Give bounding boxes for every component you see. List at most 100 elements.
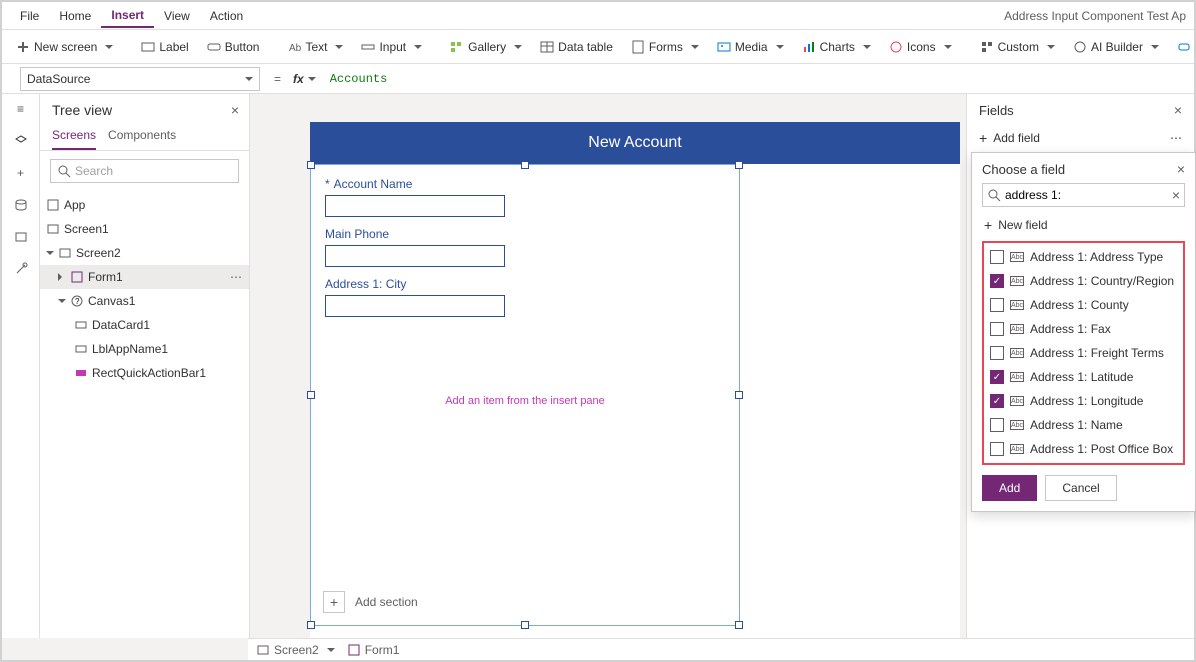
fx-button[interactable]: fx [287,72,322,86]
app-icon [46,198,60,212]
tree-node-form1[interactable]: Form1⋯ [40,265,249,289]
label-button[interactable]: Label [135,36,194,58]
input-account-name[interactable] [325,195,505,217]
field-row[interactable]: AbcAddress 1: County [984,293,1183,317]
field-type-icon: Abc [1010,372,1024,382]
input-button[interactable]: Input [355,36,428,58]
field-row[interactable]: AbcAddress 1: Fax [984,317,1183,341]
label-icon [74,342,88,356]
field-main-phone: Main Phone [325,227,515,267]
menu-action[interactable]: Action [200,5,253,27]
menu-home[interactable]: Home [49,5,101,27]
charts-button[interactable]: Charts [796,36,877,58]
button-button[interactable]: Button [201,36,266,58]
tree-search[interactable]: Search [50,159,239,183]
tree-node-rectquickactionbar1[interactable]: RectQuickActionBar1 [40,361,249,385]
input-main-phone[interactable] [325,245,505,267]
new-screen-button[interactable]: New screen [10,36,119,58]
node-more-icon[interactable]: ⋯ [230,270,243,284]
field-row[interactable]: ✓AbcAddress 1: Longitude [984,389,1183,413]
clear-search-icon[interactable]: × [1172,187,1180,203]
icons-icon [889,40,903,54]
field-type-icon: Abc [1010,348,1024,358]
tree-node-app[interactable]: App [40,193,249,217]
rail-tools-icon[interactable] [12,260,30,278]
screen-icon [46,222,60,236]
form1-outline[interactable]: *Account Name Main Phone Address 1: City [310,164,740,626]
field-list: AbcAddress 1: Address Type✓AbcAddress 1:… [982,241,1185,465]
property-selector[interactable]: DataSource [20,67,260,91]
rail-layers-icon[interactable] [12,132,30,150]
tab-components[interactable]: Components [108,122,176,150]
input-icon [361,40,375,54]
data-table-button[interactable]: Data table [534,36,619,58]
popup-close-icon[interactable]: × [1177,161,1185,177]
field-label: Address 1: Freight Terms [1030,346,1164,360]
checkbox[interactable]: ✓ [990,274,1004,288]
canvas[interactable]: New Account *Account Name Main Phone [310,122,960,638]
label-icon [141,40,155,54]
cancel-button[interactable]: Cancel [1045,475,1116,501]
formula-input[interactable]: Accounts [322,72,1194,86]
rail-hamburger-icon[interactable]: ≡ [12,100,30,118]
gallery-button[interactable]: Gallery [444,36,528,58]
media-icon [717,40,731,54]
checkbox[interactable] [990,250,1004,264]
screen-icon [58,246,72,260]
field-row[interactable]: Abc Address 1: Freight Terms [984,341,1183,365]
field-row[interactable]: AbcAddress 1: Post Office Box [984,437,1183,461]
tree-node-canvas1[interactable]: ?Canvas1 [40,289,249,313]
crumb-form1[interactable]: Form1 [347,643,400,657]
tree-node-screen1[interactable]: Screen1 [40,217,249,241]
media-button[interactable]: Media [711,36,790,58]
svg-text:Ab: Ab [289,43,301,54]
field-search-input[interactable] [1005,188,1168,202]
fields-close-icon[interactable]: × [1174,102,1182,118]
tree-view-panel: Tree view × Screens Components Search App… [40,94,250,638]
checkbox[interactable] [990,346,1004,360]
rail-plus-icon[interactable]: + [12,164,30,182]
checkbox[interactable] [990,298,1004,312]
menu-file[interactable]: File [10,5,49,27]
menu-insert[interactable]: Insert [101,4,154,28]
field-row[interactable]: ✓AbcAddress 1: Country/Region [984,269,1183,293]
rail-media-icon[interactable] [12,228,30,246]
fields-title: Fields [979,103,1014,118]
icons-button[interactable]: Icons [883,36,958,58]
field-search[interactable]: × [982,183,1185,207]
add-section-button[interactable]: + Add section [323,591,418,613]
field-row[interactable]: AbcAddress 1: Name [984,413,1183,437]
add-button[interactable]: Add [982,475,1037,501]
field-type-icon: Abc [1010,396,1024,406]
tree-node-screen2[interactable]: Screen2 [40,241,249,265]
tree-node-lblappname1[interactable]: LblAppName1 [40,337,249,361]
checkbox[interactable] [990,322,1004,336]
crumb-screen2[interactable]: Screen2 [256,643,335,657]
left-rail: ≡ + [2,94,40,638]
new-field-button[interactable]: +New field [982,213,1185,237]
tree-title: Tree view [52,102,112,118]
fields-more-icon[interactable]: ⋯ [1170,131,1182,145]
text-button[interactable]: AbText [281,36,349,58]
field-row[interactable]: ✓AbcAddress 1: Latitude [984,365,1183,389]
custom-button[interactable]: Custom [974,36,1061,58]
ai-builder-button[interactable]: AI Builder [1067,36,1165,58]
checkbox[interactable]: ✓ [990,370,1004,384]
checkbox[interactable]: ✓ [990,394,1004,408]
forms-button[interactable]: Forms [625,36,705,58]
checkbox[interactable] [990,418,1004,432]
tree-close-icon[interactable]: × [231,102,239,118]
rail-data-icon[interactable] [12,196,30,214]
form-icon [347,643,361,657]
tab-screens[interactable]: Screens [52,122,96,150]
menu-view[interactable]: View [154,5,200,27]
checkbox[interactable] [990,442,1004,456]
form-header: New Account [310,122,960,164]
rect-icon [74,366,88,380]
tree-node-datacard1[interactable]: DataCard1 [40,313,249,337]
add-field-button[interactable]: +Add field⋯ [967,126,1194,150]
input-address1-city[interactable] [325,295,505,317]
field-type-icon: Abc [1010,276,1024,286]
field-row[interactable]: AbcAddress 1: Address Type [984,245,1183,269]
mixed-reality-button[interactable]: Mixed Reality [1171,36,1196,58]
